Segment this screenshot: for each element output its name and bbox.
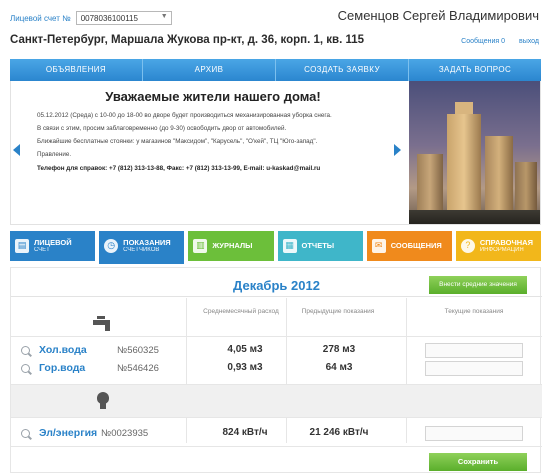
user-name: Семенцов Сергей Владимирович	[337, 8, 539, 23]
search-icon[interactable]	[21, 364, 30, 373]
meter-prev: 64 м3	[325, 362, 353, 373]
messages-link[interactable]: Сообщения 0	[461, 38, 505, 45]
col-avg-header: Среднемесячный расход	[203, 308, 279, 315]
col-prev-header: Предыдущие показания	[301, 308, 375, 315]
question-icon: ?	[460, 239, 475, 253]
logout-link[interactable]: выход	[519, 38, 539, 45]
header-links: Сообщения 0 выход	[461, 38, 539, 45]
table-row: Хол.вода №560325 4,05 м3 278 м3	[11, 343, 542, 359]
report-icon: ▦	[282, 239, 297, 253]
announcement-paragraph: В связи с этим, просим заблаговременно (…	[37, 125, 287, 133]
search-icon[interactable]	[21, 346, 30, 355]
next-arrow-icon[interactable]	[394, 144, 401, 156]
account-value: 0078036100115	[80, 13, 138, 23]
faucet-icon	[93, 316, 115, 332]
nav-archive[interactable]: АРХИВ	[143, 59, 276, 81]
meter-name[interactable]: Эл/энергия	[39, 427, 97, 439]
current-reading-input[interactable]	[425, 361, 523, 376]
current-reading-input[interactable]	[425, 426, 523, 441]
chevron-down-icon: ▼	[160, 13, 168, 20]
section-tabs: ▤ ЛИЦЕВОЙ СЧЕТ ◷ ПОКАЗАНИЯ СЧЕТЧИКОВ ▥ ЖУР…	[10, 231, 542, 264]
search-icon[interactable]	[21, 429, 30, 438]
col-current-header: Текущие показания	[444, 308, 504, 315]
announcement-paragraph: 05.12.2012 (Среда) с 10-00 до 18-00 во д…	[37, 111, 332, 119]
announcement-text: Уважаемые жители нашего дома! 05.12.2012…	[37, 89, 389, 178]
account-selector: Лицевой счет № 0078036100115 ▼	[10, 11, 172, 25]
meter-prev: 278 м3	[322, 344, 356, 355]
account-select[interactable]: 0078036100115 ▼	[75, 11, 172, 25]
meter-number: №0023935	[101, 428, 149, 439]
tab-account[interactable]: ▤ ЛИЦЕВОЙ СЧЕТ	[10, 231, 96, 261]
save-button[interactable]: Сохранить	[429, 453, 527, 471]
clock-icon: ◷	[104, 239, 119, 253]
lightbulb-icon	[97, 392, 109, 410]
enter-averages-button[interactable]: Внести средние значения	[429, 276, 527, 294]
prev-arrow-icon[interactable]	[13, 144, 20, 156]
meter-avg: 0,93 м3	[227, 362, 263, 373]
account-label: Лицевой счет №	[10, 13, 71, 23]
envelope-icon: ✉	[371, 239, 386, 253]
table-row: Эл/энергия №0023935 824 кВт/ч 21 246 кВт…	[11, 426, 542, 442]
building-photo	[409, 81, 540, 224]
meter-number: №546426	[117, 363, 159, 374]
tab-meter-readings[interactable]: ◷ ПОКАЗАНИЯ СЧЕТЧИКОВ	[99, 231, 185, 264]
meter-name[interactable]: Хол.вода	[39, 344, 87, 356]
main-nav: ОБЪЯВЛЕНИЯ АРХИВ СОЗДАТЬ ЗАЯВКУ ЗАДАТЬ В…	[10, 59, 541, 81]
announcement-banner: Уважаемые жители нашего дома! 05.12.2012…	[10, 81, 541, 225]
meter-panel: Декабрь 2012 Внести средние значения Сре…	[10, 267, 542, 473]
account-icon: ▤	[15, 239, 29, 253]
tab-reports[interactable]: ▦ ОТЧЕТЫ	[277, 231, 363, 261]
nav-ask-question[interactable]: ЗАДАТЬ ВОПРОС	[409, 59, 541, 81]
announcement-title: Уважаемые жители нашего дома!	[105, 89, 321, 104]
address: Санкт-Петербург, Маршала Жукова пр-кт, д…	[10, 34, 365, 46]
tab-messages[interactable]: ✉ СООБЩЕНИЯ	[366, 231, 452, 261]
current-reading-input[interactable]	[425, 343, 523, 358]
announcement-contacts: Телефон для справок: +7 (812) 313-13-88,…	[37, 164, 321, 172]
meter-prev: 21 246 кВт/ч	[309, 427, 369, 438]
tab-reference-info[interactable]: ? СПРАВОЧНАЯ ИНФОРМАЦИЯ	[455, 231, 542, 261]
table-row: Гор.вода №546426 0,93 м3 64 м3	[11, 361, 542, 377]
tab-journals[interactable]: ▥ ЖУРНАЛЫ	[188, 231, 274, 261]
nav-create-request[interactable]: СОЗДАТЬ ЗАЯВКУ	[276, 59, 409, 81]
announcement-signature: Правление.	[37, 151, 72, 159]
meter-avg: 824 кВт/ч	[222, 427, 268, 438]
meter-name[interactable]: Гор.вода	[39, 362, 85, 374]
meter-number: №560325	[117, 345, 159, 356]
announcement-paragraph: Ближайшие бесплатные стоянки: у магазино…	[37, 138, 318, 146]
meter-avg: 4,05 м3	[227, 344, 263, 355]
journal-icon: ▥	[193, 239, 208, 253]
nav-announcements[interactable]: ОБЪЯВЛЕНИЯ	[10, 59, 143, 81]
